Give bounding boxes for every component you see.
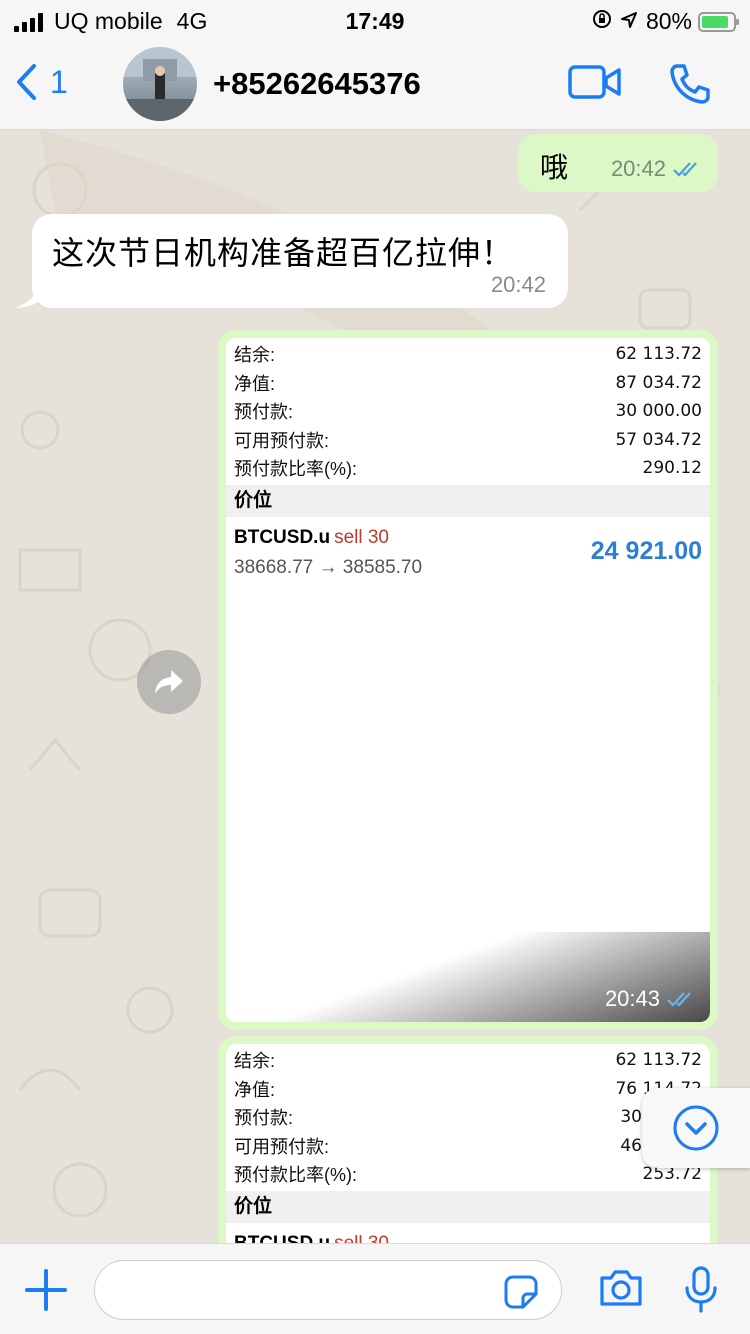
message-input[interactable] xyxy=(113,1273,493,1307)
scroll-to-bottom-button[interactable] xyxy=(642,1088,750,1168)
microphone-icon xyxy=(685,1266,717,1313)
battery-percent: 80% xyxy=(645,8,692,34)
read-receipt-icon xyxy=(667,992,691,1007)
account-row: 预付款: 30 000.00 xyxy=(234,401,702,423)
battery-icon xyxy=(698,11,739,32)
orientation-lock-icon xyxy=(592,8,612,35)
status-bar: UQ mobile 4G 17:49 80% xyxy=(0,0,750,40)
bubble-tail xyxy=(14,284,38,308)
unread-count: 1 xyxy=(50,63,68,100)
camera-button[interactable] xyxy=(598,1268,644,1313)
message-text: 这次节日机构准备超百亿拉伸！ xyxy=(52,235,515,271)
section-header: 价位 xyxy=(226,484,710,517)
chevron-down-icon xyxy=(673,1105,719,1151)
read-receipt-icon xyxy=(673,162,697,177)
message-meta: 20:42 xyxy=(611,156,702,182)
account-row: 预付款: 30 xyxy=(234,1107,642,1129)
message-meta: 20:43 xyxy=(605,986,696,1012)
trading-screenshot[interactable]: 结余: 62 113.72 净值: 87 034.72 预付款: 30 000.00 … xyxy=(226,338,710,1022)
sticker-icon xyxy=(504,1275,538,1309)
message-time: 20:43 xyxy=(604,986,660,1011)
account-row: 结余: 62 113.72 xyxy=(234,1050,702,1072)
incoming-message[interactable]: 这次节日机构准备超百亿拉伸！ 20:42 xyxy=(14,214,568,308)
video-call-button[interactable] xyxy=(568,64,622,105)
plus-icon xyxy=(25,1269,67,1311)
location-icon xyxy=(620,8,638,35)
back-button[interactable]: 1 xyxy=(14,62,68,102)
phone-icon xyxy=(670,64,710,104)
message-text: 哦 xyxy=(540,152,569,183)
sticker-button[interactable] xyxy=(503,1274,539,1315)
account-row: 可用预付款: 57 034.72 xyxy=(234,429,702,451)
position-symbol: BTCUSD.u xyxy=(234,526,331,548)
video-call-icon xyxy=(568,65,621,99)
position-row: BTCUSD.u sell 30 xyxy=(226,1223,710,1244)
message-time: 20:42 xyxy=(610,156,666,181)
chat-area[interactable]: 哦 20:42 这次节日机构准备超百亿拉伸！ 20:42 结余: 62 113.7… xyxy=(0,130,750,1243)
position-side: sell 30 xyxy=(334,526,389,548)
voice-call-button[interactable] xyxy=(668,62,712,111)
position-symbol: BTCUSD.u xyxy=(234,1232,331,1244)
section-header: 价位 xyxy=(226,1190,710,1223)
input-bar xyxy=(0,1243,750,1334)
account-row: 净值:76 114.72 xyxy=(234,1078,702,1100)
camera-icon xyxy=(600,1270,642,1306)
message-time: 20:42 xyxy=(490,272,546,297)
account-row: 预付款比率(%): 253.72 xyxy=(234,1164,702,1186)
contact-name[interactable]: +85262645376 xyxy=(213,66,421,102)
chat-header: 1 +85262645376 xyxy=(0,40,750,130)
back-chevron-icon xyxy=(17,64,36,100)
outgoing-message[interactable]: 哦 20:42 xyxy=(518,134,718,192)
account-row: 净值: 87 034.72 xyxy=(234,372,702,394)
message-input-box[interactable] xyxy=(94,1260,562,1320)
position-side: sell 30 xyxy=(334,1232,389,1244)
forward-button[interactable] xyxy=(137,650,201,714)
position-row: BTCUSD.u sell 30 38668.77 → 38585.70 24 9… xyxy=(226,517,710,587)
attach-button[interactable] xyxy=(24,1268,68,1317)
trading-screenshot[interactable]: 结余:62 113.72 净值:76 114.72 预付款:30 可用预付款:4… xyxy=(226,1044,710,1243)
forward-icon xyxy=(155,670,183,694)
avatar[interactable] xyxy=(123,47,197,121)
account-row: 预付款比率(%): 290.12 xyxy=(234,458,702,480)
voice-message-button[interactable] xyxy=(684,1266,718,1319)
image-message[interactable]: 结余: 62 113.72 净值: 87 034.72 预付款: 30 000.00 … xyxy=(218,330,718,1030)
position-profit: 24 921.00 xyxy=(590,536,702,565)
account-row: 结余: 62 113.72 xyxy=(234,344,702,366)
position-prices: 38668.77 → 38585.70 xyxy=(234,556,423,578)
account-row: 可用预付款: 46 xyxy=(234,1135,642,1157)
